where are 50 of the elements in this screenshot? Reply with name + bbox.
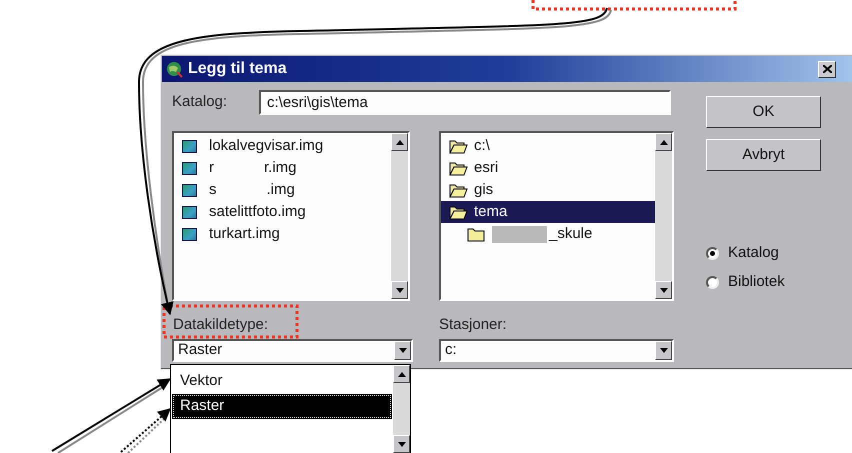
scroll-down-button[interactable] [393, 435, 410, 453]
field-label: Stasjoner: [439, 315, 508, 333]
open-folder-icon [449, 160, 468, 176]
catalog-field[interactable]: c:\esri\gis\tema [259, 90, 671, 115]
dropdown-button[interactable] [394, 341, 411, 360]
dropdown-option[interactable]: Raster [172, 394, 392, 419]
close-button[interactable] [818, 60, 836, 78]
open-folder-icon [449, 138, 468, 154]
redaction-bar [492, 226, 547, 242]
field-label: Datakildetype: [173, 315, 268, 333]
window-title: Legg til tema [188, 59, 287, 79]
dropdown-button[interactable] [655, 341, 672, 360]
source-type-dropdown[interactable]: Raster [172, 339, 413, 362]
open-folder-icon [449, 204, 468, 220]
scroll-up-button[interactable] [655, 133, 672, 151]
radio-button[interactable] [706, 276, 719, 288]
file-item[interactable]: r r.img [174, 157, 391, 179]
field-label: Katalog: [172, 92, 228, 112]
file-item[interactable]: s .img [174, 179, 391, 201]
scroll-down-button[interactable] [655, 281, 672, 299]
file-item[interactable]: satelittfoto.img [174, 201, 391, 223]
file-item[interactable]: lokalvegvisar.img [174, 135, 391, 157]
file-item[interactable]: turkart.img [174, 223, 391, 245]
scroll-down-button[interactable] [391, 281, 408, 299]
globe-icon [166, 60, 183, 78]
radio-label: Bibliotek [728, 272, 785, 292]
folder-item[interactable]: esri [441, 157, 655, 179]
scrollbar[interactable] [391, 133, 408, 299]
folder-item[interactable]: tema [441, 201, 655, 223]
image-file-icon [182, 184, 197, 196]
folder-item[interactable]: _skule [441, 223, 655, 245]
scroll-up-button[interactable] [393, 365, 410, 383]
dialog-button[interactable]: OK [706, 96, 821, 128]
scrollbar[interactable] [393, 365, 410, 453]
close-icon [822, 65, 832, 73]
drive-dropdown[interactable]: c: [439, 339, 674, 362]
scroll-up-button[interactable] [391, 133, 408, 151]
scrollbar[interactable] [655, 133, 672, 299]
dropdown-option[interactable]: Vektor [172, 369, 392, 394]
image-file-icon [182, 162, 197, 174]
image-file-icon [182, 228, 197, 240]
folder-item[interactable]: gis [441, 179, 655, 201]
radio-button[interactable] [706, 246, 719, 260]
radio-label: Katalog [728, 242, 779, 263]
image-file-icon [182, 206, 197, 218]
folder-item[interactable]: c:\ [441, 135, 655, 157]
folder-icon [467, 226, 486, 242]
dialog-button[interactable]: Avbryt [706, 139, 821, 171]
open-folder-icon [449, 182, 468, 198]
image-file-icon [182, 140, 197, 152]
